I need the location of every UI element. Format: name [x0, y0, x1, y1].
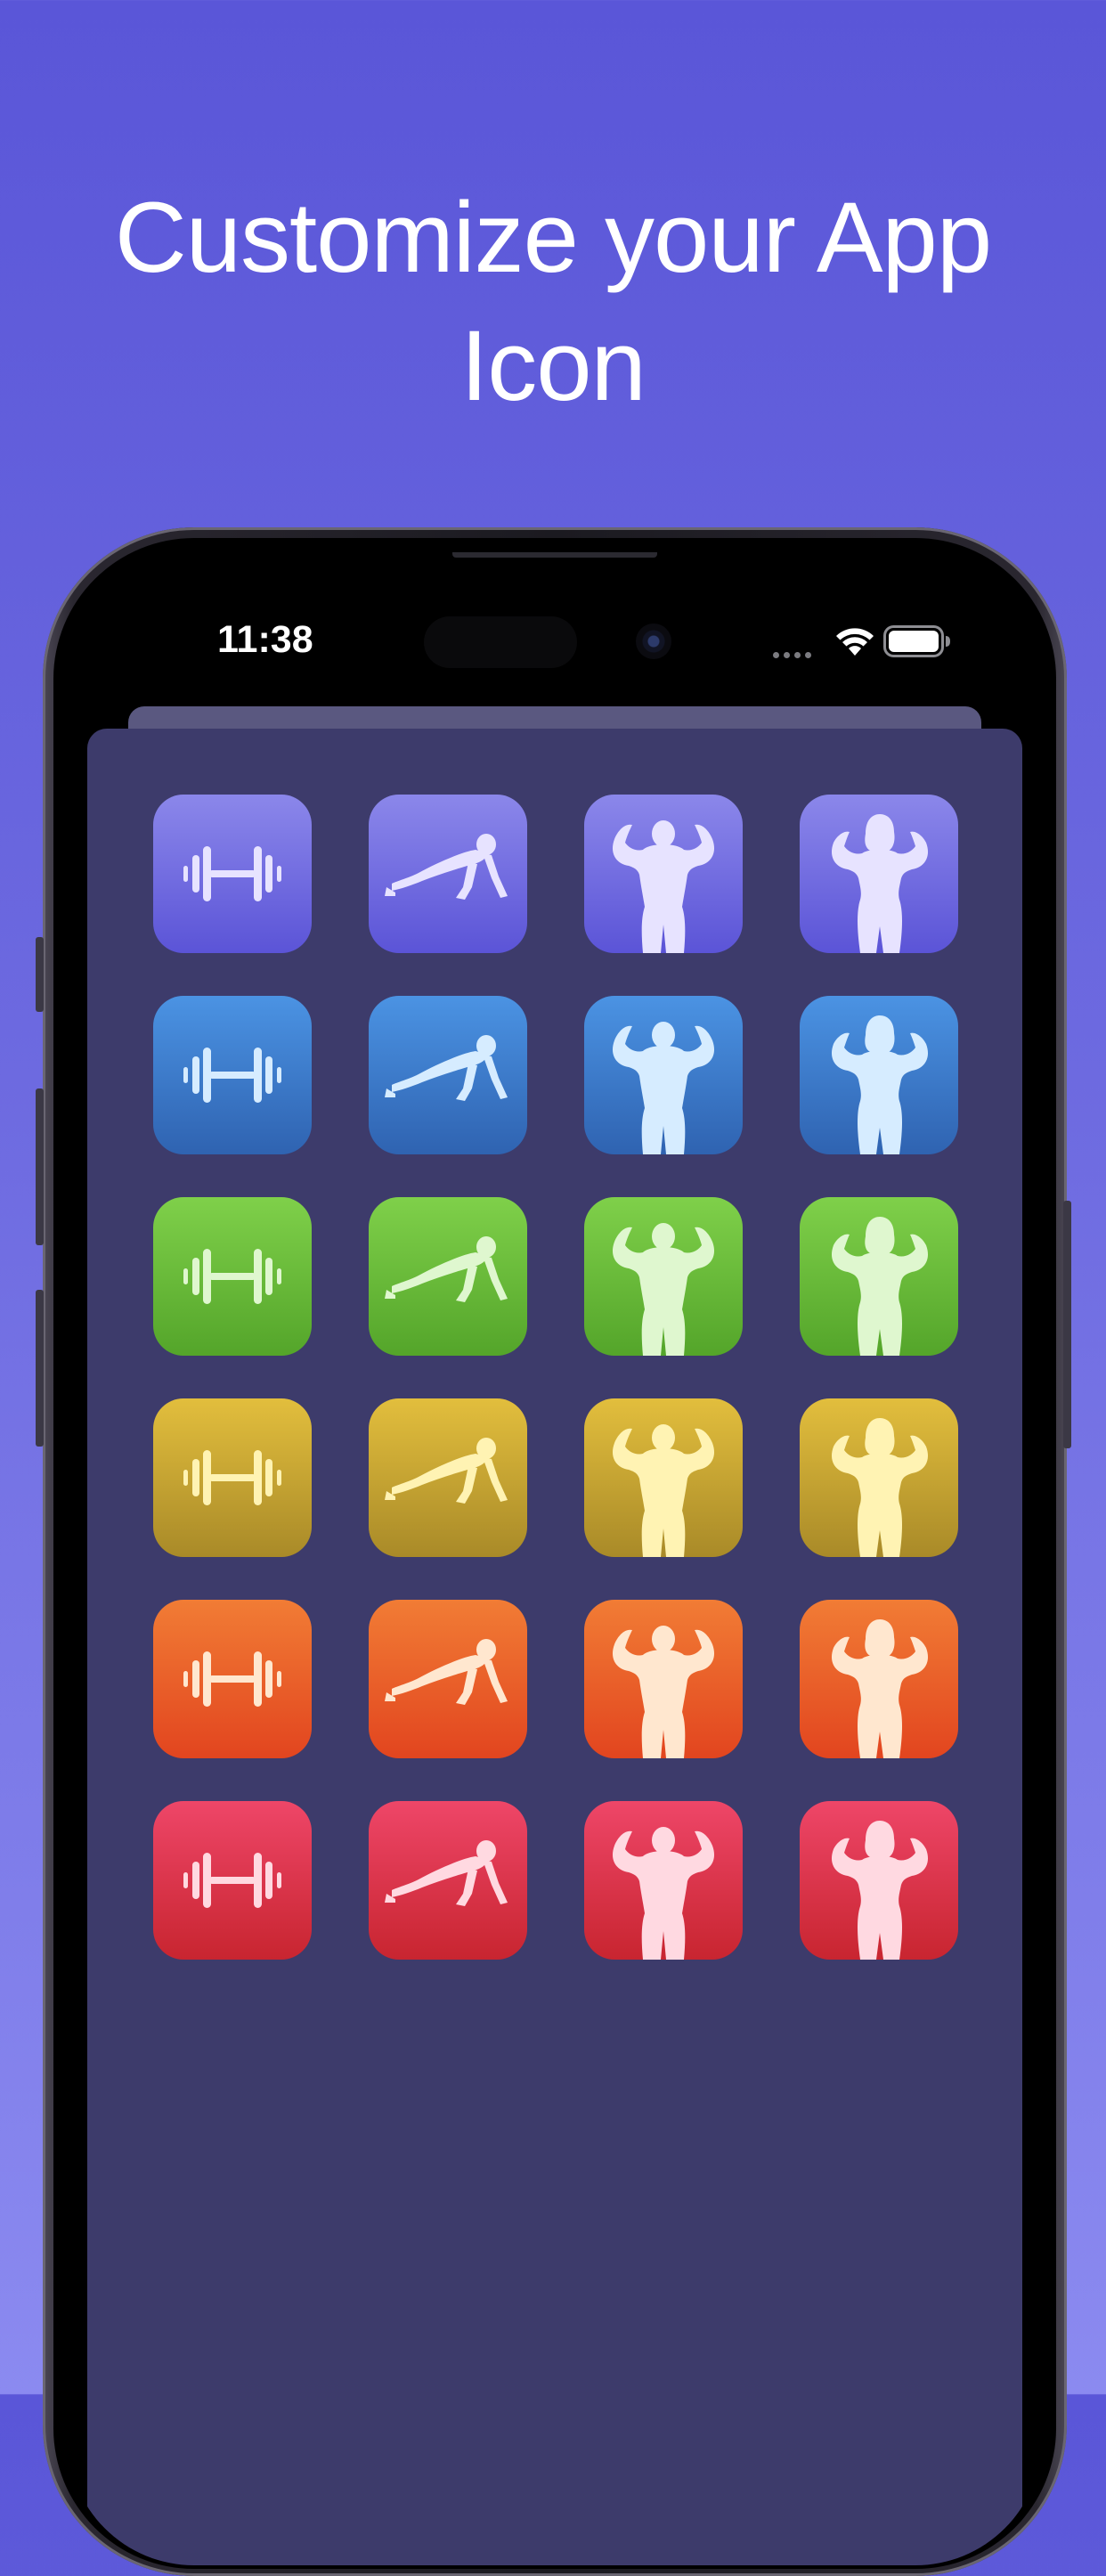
app-icon-option-red-woman-flexing[interactable] [800, 1801, 958, 1960]
woman-flexing-icon [800, 1801, 958, 1960]
wifi-icon [836, 628, 874, 656]
man-flexing-icon [584, 1801, 743, 1960]
app-icon-option-purple-dumbbell[interactable] [153, 795, 312, 953]
man-flexing-icon [584, 996, 743, 1154]
icon-grid [153, 795, 958, 1960]
phone-power-button [1063, 1201, 1071, 1448]
phone-silent-switch [36, 937, 44, 1012]
phone-volume-down-button [36, 1290, 44, 1447]
app-icon-option-orange-pushup[interactable] [369, 1600, 527, 1758]
pushup-icon [369, 1801, 527, 1960]
app-icon-option-red-pushup[interactable] [369, 1801, 527, 1960]
phone-volume-up-button [36, 1088, 44, 1245]
pushup-icon [369, 795, 527, 953]
woman-flexing-icon [800, 1197, 958, 1356]
app-icon-option-yellow-pushup[interactable] [369, 1398, 527, 1557]
man-flexing-icon [584, 1398, 743, 1557]
pushup-icon [369, 996, 527, 1154]
woman-flexing-icon [800, 795, 958, 953]
status-time: 11:38 [217, 618, 313, 661]
app-icon-option-purple-man-flexing[interactable] [584, 795, 743, 953]
man-flexing-icon [584, 1197, 743, 1356]
battery-icon [883, 625, 950, 657]
app-icon-option-yellow-man-flexing[interactable] [584, 1398, 743, 1557]
front-camera [636, 624, 671, 659]
woman-flexing-icon [800, 1600, 958, 1758]
woman-flexing-icon [800, 1398, 958, 1557]
dumbbell-icon [153, 996, 312, 1154]
headline-line-2: Icon [460, 310, 647, 421]
phone-screen: 11:38 [68, 552, 1042, 2565]
status-indicators [753, 624, 1021, 659]
app-icon-option-green-man-flexing[interactable] [584, 1197, 743, 1356]
pushup-icon [369, 1398, 527, 1557]
app-icon-option-green-woman-flexing[interactable] [800, 1197, 958, 1356]
app-icon-option-blue-woman-flexing[interactable] [800, 996, 958, 1154]
man-flexing-icon [584, 1600, 743, 1758]
signal-dots-icon [773, 647, 816, 663]
app-icon-option-orange-man-flexing[interactable] [584, 1600, 743, 1758]
app-icon-option-blue-dumbbell[interactable] [153, 996, 312, 1154]
app-icon-option-orange-dumbbell[interactable] [153, 1600, 312, 1758]
dynamic-island [424, 616, 577, 668]
dumbbell-icon [153, 1197, 312, 1356]
icon-picker-sheet [87, 729, 1022, 2565]
pushup-icon [369, 1600, 527, 1758]
headline: Customize your App Icon [0, 174, 1106, 430]
app-icon-option-blue-man-flexing[interactable] [584, 996, 743, 1154]
app-icon-option-purple-woman-flexing[interactable] [800, 795, 958, 953]
woman-flexing-icon [800, 996, 958, 1154]
app-icon-option-green-dumbbell[interactable] [153, 1197, 312, 1356]
app-icon-option-yellow-dumbbell[interactable] [153, 1398, 312, 1557]
dumbbell-icon [153, 1398, 312, 1557]
earpiece-speaker [452, 552, 657, 558]
headline-line-1: Customize your App [114, 182, 992, 293]
dumbbell-icon [153, 1600, 312, 1758]
app-icon-option-red-dumbbell[interactable] [153, 1801, 312, 1960]
dumbbell-icon [153, 795, 312, 953]
dumbbell-icon [153, 1801, 312, 1960]
app-icon-option-purple-pushup[interactable] [369, 795, 527, 953]
app-icon-option-blue-pushup[interactable] [369, 996, 527, 1154]
app-icon-option-yellow-woman-flexing[interactable] [800, 1398, 958, 1557]
pushup-icon [369, 1197, 527, 1356]
app-icon-option-orange-woman-flexing[interactable] [800, 1600, 958, 1758]
man-flexing-icon [584, 795, 743, 953]
app-icon-option-green-pushup[interactable] [369, 1197, 527, 1356]
app-icon-option-red-man-flexing[interactable] [584, 1801, 743, 1960]
